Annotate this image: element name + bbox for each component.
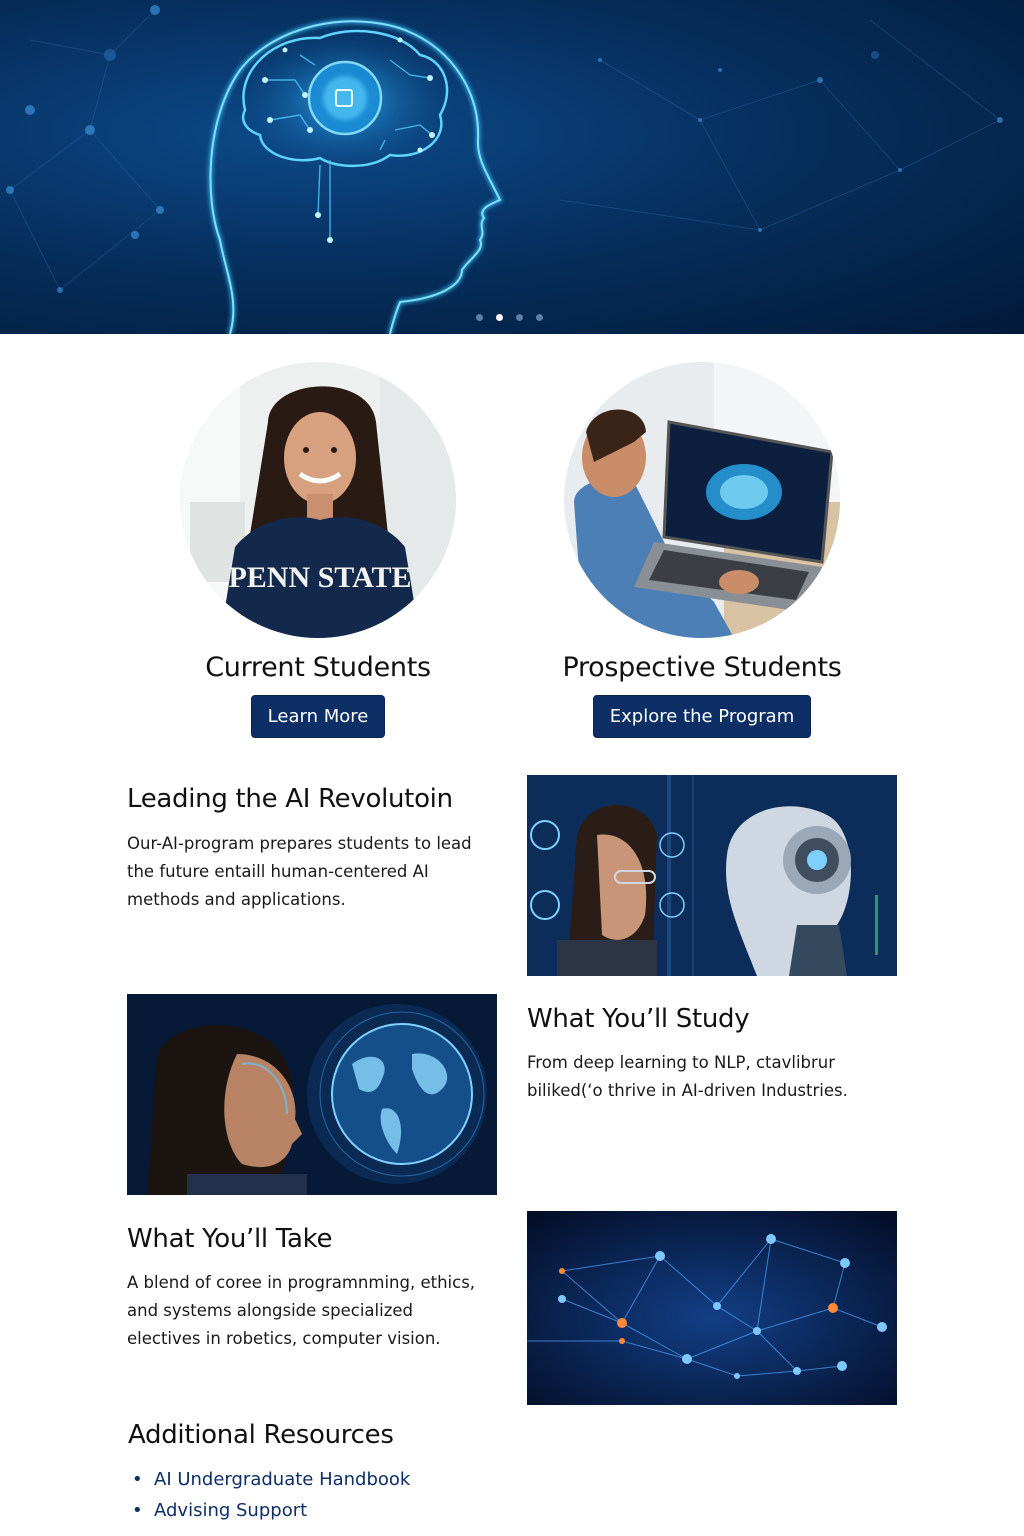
globe-face-image — [127, 994, 497, 1195]
study-title: What You’ll Study — [527, 1004, 750, 1034]
take-body: A blend of coree in programnming, ethics… — [127, 1273, 476, 1348]
take-title: What You’ll Take — [127, 1224, 333, 1254]
resources-title: Additional Resources — [128, 1420, 394, 1450]
carousel-dot-1[interactable] — [476, 314, 483, 321]
additional-resources: Additional Resources AI Undergraduate Ha… — [128, 1420, 410, 1526]
carousel-dot-2[interactable] — [496, 314, 503, 321]
hero-banner — [0, 0, 1024, 334]
prospective-student-photo — [564, 362, 840, 638]
advising-support-link[interactable]: Advising Support — [128, 1495, 410, 1526]
carousel-dot-3[interactable] — [516, 314, 523, 321]
handbook-link[interactable]: AI Undergraduate Handbook — [128, 1464, 410, 1495]
prospective-students-card: Prospective Students Explore the Program — [552, 362, 852, 738]
current-students-title: Current Students — [205, 652, 431, 683]
carousel-dot-4[interactable] — [536, 314, 543, 321]
current-student-photo: PENN STATE — [180, 362, 456, 638]
learn-more-button[interactable]: Learn More — [250, 695, 386, 738]
leading-title: Leading the AI Revolutoin — [127, 784, 453, 814]
svg-text:PENN STATE: PENN STATE — [228, 561, 411, 594]
ai-face-image — [527, 775, 897, 976]
current-students-card: PENN STATE Current Students Learn More — [168, 362, 468, 738]
network-image — [527, 1211, 897, 1405]
study-body: From deep learning to NLP, ctavlibrur bi… — [527, 1053, 848, 1100]
carousel-dots — [476, 314, 543, 321]
resources-list: AI Undergraduate Handbook Advising Suppo… — [128, 1464, 410, 1526]
hero-illustration — [6, 5, 1003, 334]
prospective-students-title: Prospective Students — [562, 652, 842, 683]
leading-body: Our-AI-program prepares students to lead… — [127, 834, 472, 909]
explore-program-button[interactable]: Explore the Program — [592, 695, 812, 738]
